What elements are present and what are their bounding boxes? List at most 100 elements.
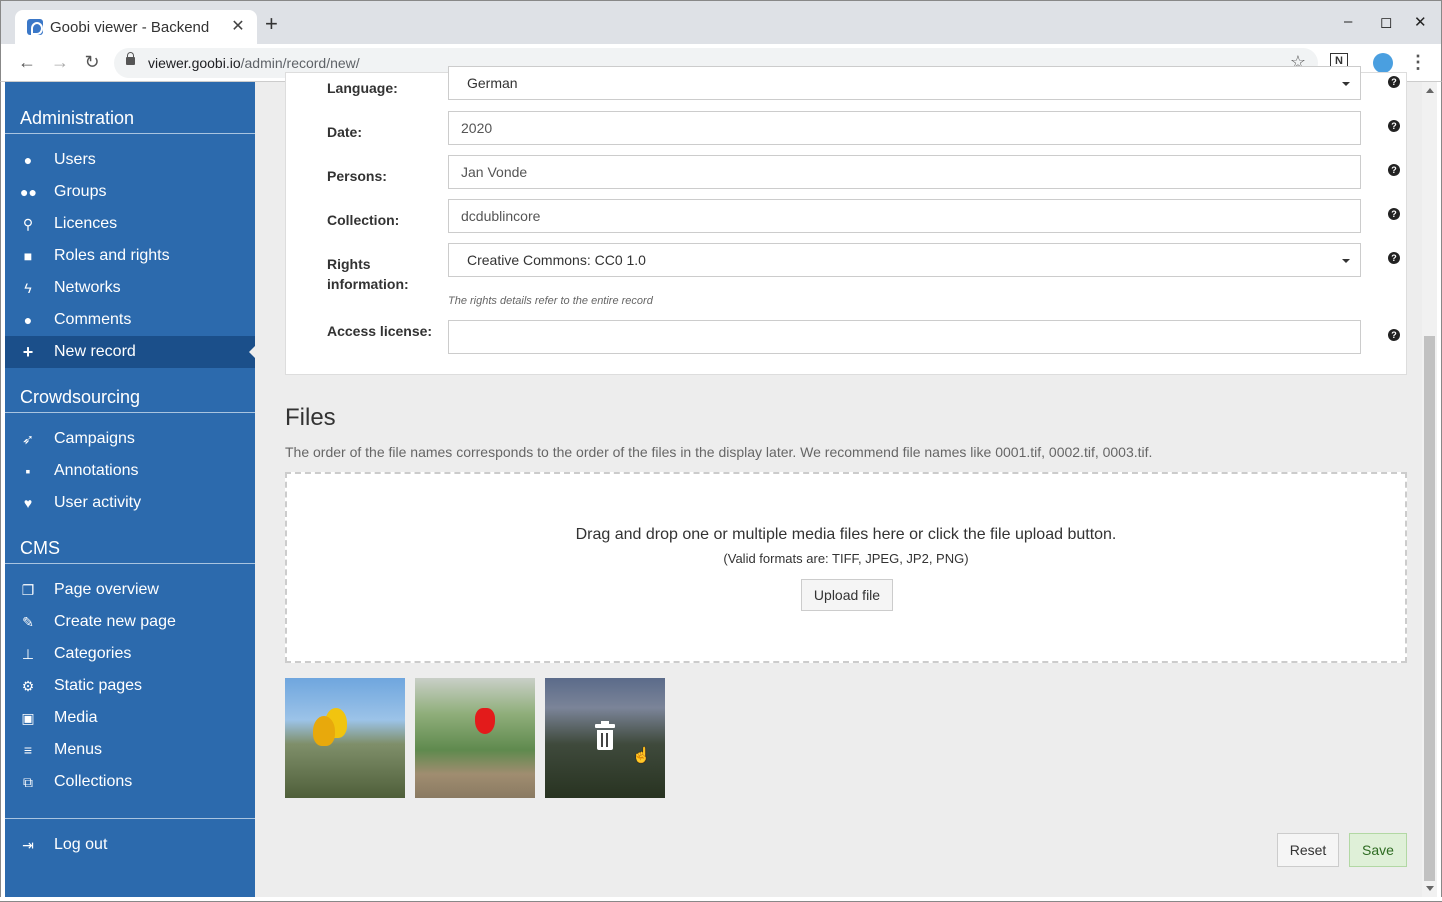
question-circle-icon[interactable]: ? bbox=[1388, 329, 1400, 341]
reset-button[interactable]: Reset bbox=[1277, 833, 1339, 867]
sidebar-item-label: User activity bbox=[54, 494, 142, 511]
browser-menu-icon[interactable]: ⋮ bbox=[1409, 52, 1427, 73]
sidebar-item-roles-and-rights[interactable]: ■ Roles and rights bbox=[5, 240, 255, 272]
scroll-up-icon[interactable] bbox=[1426, 88, 1434, 93]
sidebar-heading-administration: Administration bbox=[20, 108, 135, 128]
persons-input[interactable]: Jan Vonde bbox=[448, 155, 1361, 189]
file-thumbnail[interactable] bbox=[415, 678, 535, 798]
dropzone-text: Drag and drop one or multiple media file… bbox=[575, 526, 1117, 543]
files-description: The order of the file names corresponds … bbox=[285, 444, 1153, 460]
sidebar-item-log-out[interactable]: ⇥ Log out bbox=[5, 829, 255, 861]
metadata-panel: Language: German ? Date: 2020 ? Persons:… bbox=[285, 66, 1407, 375]
question-circle-icon[interactable]: ? bbox=[1388, 120, 1400, 132]
sidebar-item-categories[interactable]: ⊥ Categories bbox=[5, 638, 255, 670]
browser-tab[interactable]: Goobi viewer - Backend ✕ bbox=[15, 10, 257, 45]
rights-select[interactable]: Creative Commons: CC0 1.0 bbox=[448, 243, 1361, 277]
sidebar-item-label: Roles and rights bbox=[54, 247, 170, 264]
file-dropzone[interactable]: Drag and drop one or multiple media file… bbox=[285, 472, 1407, 663]
bolt-icon: ϟ bbox=[24, 280, 32, 296]
sidebar-item-media[interactable]: ▣ Media bbox=[5, 702, 255, 734]
save-button[interactable]: Save bbox=[1349, 833, 1407, 867]
sidebar-item-licences[interactable]: ⚲ Licences bbox=[5, 208, 255, 240]
sidebar-item-label: Licences bbox=[54, 215, 118, 232]
goobi-favicon-icon bbox=[27, 19, 43, 35]
sidebar-item-label: Annotations bbox=[54, 462, 139, 479]
file-thumbnail-hovered[interactable]: ☝ bbox=[545, 678, 665, 798]
image-icon: ▣ bbox=[21, 710, 35, 726]
copy-icon: ❐ bbox=[21, 582, 35, 598]
profile-avatar-icon[interactable] bbox=[1373, 53, 1393, 73]
pin-icon: ⊥ bbox=[21, 646, 35, 662]
sidebar-item-menus[interactable]: ≡ Menus bbox=[5, 734, 255, 766]
divider bbox=[5, 563, 255, 564]
forward-icon[interactable]: → bbox=[50, 52, 70, 73]
tab-title: Goobi viewer - Backend bbox=[50, 19, 210, 36]
sidebar-item-static-pages[interactable]: ⚙ Static pages bbox=[5, 670, 255, 702]
minimize-icon[interactable]: – bbox=[1344, 13, 1352, 30]
question-circle-icon[interactable]: ? bbox=[1388, 252, 1400, 264]
sidebar-item-comments[interactable]: ● Comments bbox=[5, 304, 255, 336]
sidebar-item-groups[interactable]: ●● Groups bbox=[5, 176, 255, 208]
language-select[interactable]: German bbox=[448, 66, 1361, 100]
access-license-input[interactable] bbox=[448, 320, 1361, 354]
question-circle-icon[interactable]: ? bbox=[1388, 76, 1400, 88]
window-frame bbox=[0, 897, 1442, 902]
date-input[interactable]: 2020 bbox=[448, 111, 1361, 145]
sidebar-item-label: Menus bbox=[54, 741, 103, 758]
persons-label: Persons: bbox=[327, 168, 387, 184]
back-icon[interactable]: ← bbox=[17, 52, 37, 73]
reload-icon[interactable]: ↻ bbox=[82, 52, 102, 73]
page-scrollbar[interactable] bbox=[1422, 82, 1437, 897]
language-label: Language: bbox=[327, 80, 398, 96]
caret-down-icon bbox=[1342, 259, 1350, 263]
trash-icon[interactable] bbox=[595, 721, 615, 750]
tulip-flower bbox=[475, 708, 495, 734]
sidebar-item-page-overview[interactable]: ❐ Page overview bbox=[5, 574, 255, 606]
cogs-icon: ⚙ bbox=[21, 678, 35, 694]
sidebar-item-label: Comments bbox=[54, 311, 132, 328]
sidebar-item-networks[interactable]: ϟ Networks bbox=[5, 272, 255, 304]
language-value: German bbox=[467, 75, 518, 91]
question-circle-icon[interactable]: ? bbox=[1388, 208, 1400, 220]
sidebar-item-users[interactable]: ● Users bbox=[5, 144, 255, 176]
sidebar-item-new-record[interactable]: + New record bbox=[5, 336, 255, 368]
sidebar-item-label: New record bbox=[54, 343, 136, 360]
sidebar-item-label: Categories bbox=[54, 645, 132, 662]
sidebar-item-user-activity[interactable]: ♥ User activity bbox=[5, 487, 255, 519]
access-license-label: Access license: bbox=[327, 323, 433, 339]
tab-close-icon[interactable]: ✕ bbox=[229, 16, 247, 36]
scrollbar-thumb[interactable] bbox=[1424, 336, 1435, 881]
main-content: Language: German ? Date: 2020 ? Persons:… bbox=[255, 66, 1422, 897]
dropzone-formats: (Valid formats are: TIFF, JPEG, JP2, PNG… bbox=[723, 551, 969, 566]
divider bbox=[5, 412, 255, 413]
heartbeat-icon: ♥ bbox=[23, 495, 33, 511]
sidebar-item-campaigns[interactable]: ➶ Campaigns bbox=[5, 423, 255, 455]
sidebar-item-label: Page overview bbox=[54, 581, 159, 598]
upload-file-button[interactable]: Upload file bbox=[801, 579, 893, 611]
file-thumbnail[interactable] bbox=[285, 678, 405, 798]
window-frame bbox=[1437, 82, 1442, 902]
sidebar-item-collections[interactable]: ⧉ Collections bbox=[5, 766, 255, 798]
plus-icon: + bbox=[22, 342, 34, 362]
sidebar-item-label: Networks bbox=[54, 279, 121, 296]
collection-input[interactable]: dcdublincore bbox=[448, 199, 1361, 233]
window-frame bbox=[0, 82, 5, 902]
note-icon: ▪ bbox=[25, 463, 31, 479]
date-label: Date: bbox=[327, 124, 363, 140]
new-tab-icon[interactable]: + bbox=[265, 13, 278, 35]
object-group-icon: ⧉ bbox=[23, 774, 33, 790]
sidebar-item-create-new-page[interactable]: ✎ Create new page bbox=[5, 606, 255, 638]
question-circle-icon[interactable]: ? bbox=[1388, 164, 1400, 176]
sidebar-item-annotations[interactable]: ▪ Annotations bbox=[5, 455, 255, 487]
window-close-icon[interactable]: ✕ bbox=[1414, 13, 1427, 31]
collection-label: Collection: bbox=[327, 212, 400, 228]
scroll-down-icon[interactable] bbox=[1426, 886, 1434, 891]
sign-out-icon: ⇥ bbox=[22, 837, 34, 853]
rights-label-line1: Rights bbox=[327, 256, 371, 272]
sidebar-item-label: Media bbox=[54, 709, 98, 726]
sidebar-heading-cms: CMS bbox=[20, 538, 60, 558]
rights-label-line2: information: bbox=[327, 276, 409, 292]
key-icon: ⚲ bbox=[22, 216, 34, 232]
maximize-icon[interactable]: ◻ bbox=[1380, 13, 1392, 31]
sidebar-item-label: Groups bbox=[54, 183, 107, 200]
